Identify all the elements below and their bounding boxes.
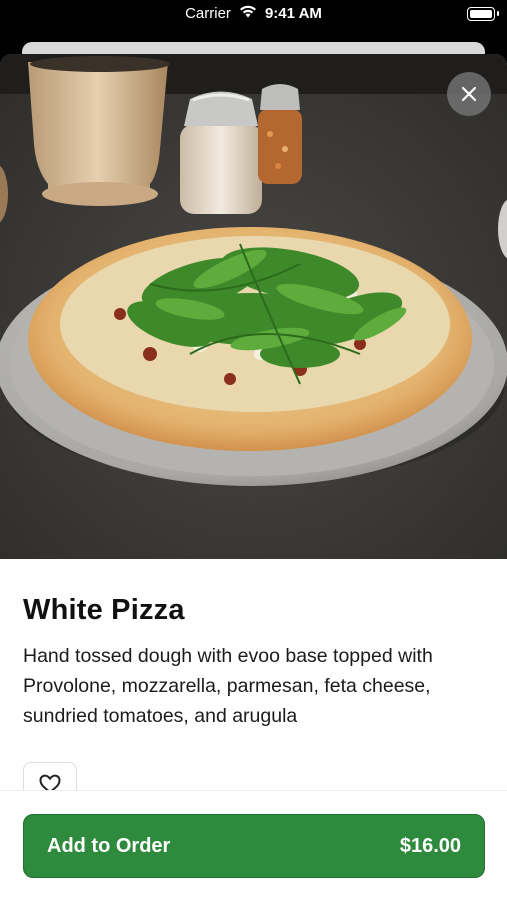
battery-nub [497, 11, 499, 16]
item-description: Hand tossed dough with evoo base topped … [23, 645, 433, 727]
carrier-label: Carrier [185, 5, 231, 22]
wifi-icon [239, 5, 257, 22]
close-icon [461, 86, 477, 102]
item-image [0, 54, 507, 559]
item-detail-sheet: White Pizza Hand tossed dough with evoo … [0, 54, 507, 900]
bottom-action-bar: Add to Order $16.00 [0, 790, 507, 900]
battery-icon [467, 7, 495, 21]
item-info: White Pizza Hand tossed dough with evoo … [23, 594, 487, 731]
add-to-order-button[interactable]: Add to Order $16.00 [23, 814, 485, 878]
item-price: $16.00 [399, 834, 461, 857]
add-to-order-label: Add to Order [47, 834, 171, 857]
clock: 9:41 AM [264, 5, 322, 22]
status-bar: Carrier 9:41 AM [0, 0, 507, 34]
item-title: White Pizza [23, 594, 185, 626]
close-button[interactable] [447, 72, 491, 116]
